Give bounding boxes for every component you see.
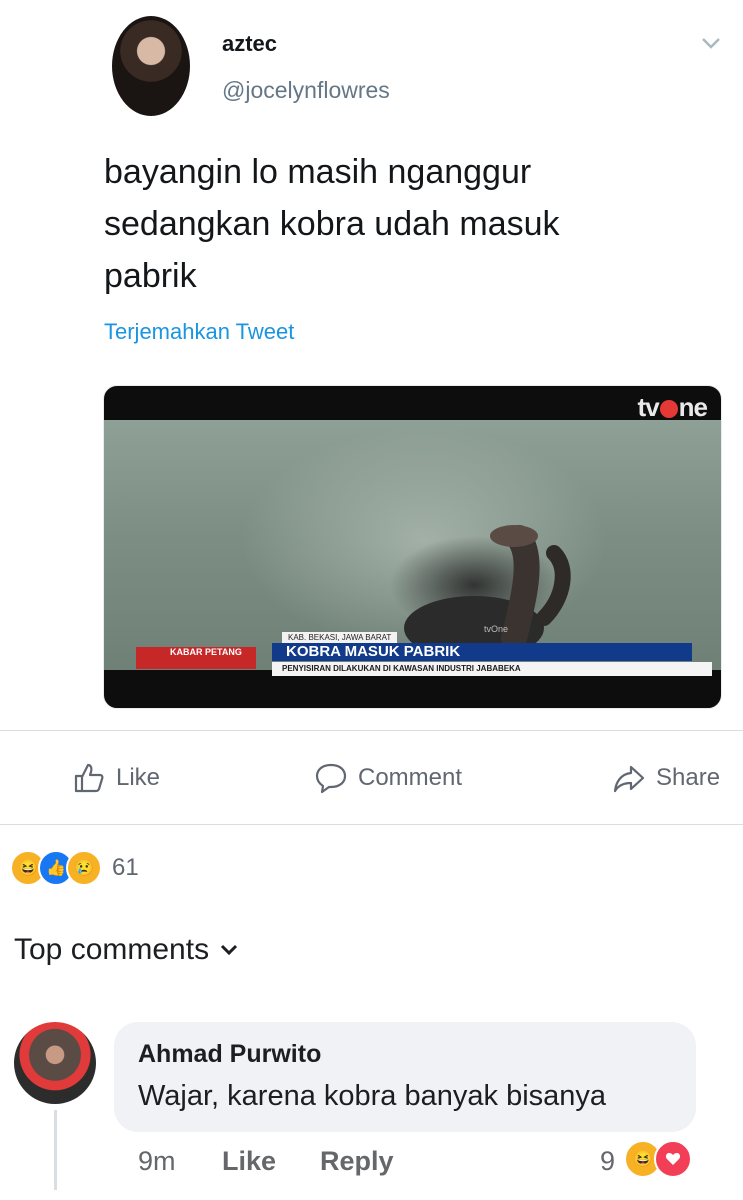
tweet-media-image[interactable]: tv ne tvOne KABAR PETANG KAB. BEKASI, JAW… bbox=[103, 385, 722, 709]
comment-bubble bbox=[114, 1022, 696, 1132]
comment-like-button[interactable]: Like bbox=[222, 1146, 276, 1177]
comment-label: Comment bbox=[358, 764, 463, 791]
reaction-summary[interactable]: 😆 👍 😢 61 bbox=[10, 850, 139, 886]
comment-button[interactable]: Comment bbox=[314, 762, 462, 794]
chevron-down-icon bbox=[221, 944, 238, 956]
share-label: Share bbox=[656, 764, 721, 791]
commenter-avatar[interactable] bbox=[14, 1022, 96, 1104]
divider bbox=[0, 730, 743, 731]
comment-timestamp[interactable]: 9m bbox=[138, 1146, 176, 1177]
comment-reply-button[interactable]: Reply bbox=[320, 1146, 394, 1177]
top-comments-label: Top comments bbox=[14, 933, 210, 966]
share-icon bbox=[613, 765, 645, 793]
love-icon bbox=[654, 1140, 692, 1178]
commenter-name[interactable]: Ahmad Purwito bbox=[138, 1040, 321, 1069]
like-button[interactable]: Like bbox=[72, 762, 160, 794]
like-label: Like bbox=[116, 764, 161, 791]
comment-icon bbox=[315, 763, 347, 794]
chevron-down-icon[interactable] bbox=[700, 32, 722, 54]
tweet-author-avatar[interactable] bbox=[112, 16, 190, 116]
comment-reaction-count: 9 bbox=[600, 1146, 616, 1176]
news-subheadline: PENYISIRAN DILAKUKAN DI KAWASAN INDUSTRI… bbox=[272, 662, 712, 676]
reaction-count: 61 bbox=[112, 854, 139, 881]
top-comments-dropdown[interactable]: Top comments bbox=[14, 933, 239, 967]
news-headline: KOBRA MASUK PABRIK bbox=[272, 643, 692, 661]
share-button[interactable]: Share bbox=[612, 762, 720, 794]
thumbs-up-icon bbox=[74, 763, 104, 793]
thread-line bbox=[54, 1110, 57, 1190]
comment-reactions[interactable]: 😆 bbox=[624, 1140, 692, 1178]
comment-text: Wajar, karena kobra banyak bisanya bbox=[138, 1080, 607, 1112]
news-lower-third: KABAR PETANG KAB. BEKASI, JAWA BARAT KOB… bbox=[104, 632, 721, 688]
translate-tweet-link[interactable]: Terjemahkan Tweet bbox=[104, 319, 294, 345]
channel-logo: tv ne bbox=[637, 392, 708, 422]
program-badge: KABAR PETANG bbox=[136, 647, 256, 669]
tweet-author-name[interactable]: aztec bbox=[222, 31, 277, 57]
divider bbox=[0, 824, 743, 825]
news-location: KAB. BEKASI, JAWA BARAT bbox=[282, 632, 398, 643]
tweet-author-handle[interactable]: @jocelynflowres bbox=[222, 77, 390, 104]
sad-icon: 😢 bbox=[66, 850, 102, 886]
tweet-text: bayangin lo masih nganggur sedangkan kob… bbox=[104, 153, 560, 295]
